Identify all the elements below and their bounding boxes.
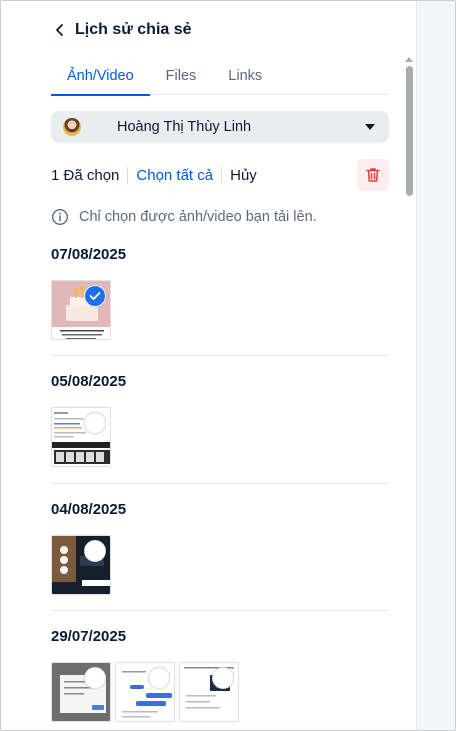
media-thumbnail[interactable] (179, 662, 239, 722)
date-group: 29/07/2025 (51, 628, 389, 722)
group-date: 07/08/2025 (51, 246, 127, 263)
date-group: 07/08/2025 (51, 246, 389, 340)
unselected-checkbox[interactable] (84, 412, 106, 434)
group-date: 29/07/2025 (51, 628, 127, 645)
unselected-checkbox[interactable] (148, 667, 170, 689)
select-all-button[interactable]: Chọn tất cả (128, 166, 223, 184)
divider (51, 610, 389, 611)
selected-count: 1 Đã chọn (51, 166, 129, 184)
date-group: 04/08/2025 (51, 501, 389, 595)
share-history-panel: Lịch sử chia sẻ Ảnh/Video Files Links Ho… (0, 0, 456, 731)
divider (51, 483, 389, 484)
media-thumbnail[interactable] (51, 535, 111, 595)
media-thumbnail[interactable] (51, 407, 111, 467)
page-title: Lịch sử chia sẻ (75, 21, 192, 38)
selected-checkbox[interactable] (84, 285, 106, 307)
tab-files[interactable]: Files (150, 57, 213, 95)
avatar (63, 118, 81, 136)
notice-text: Chỉ chọn được ảnh/video bạn tải lên. (79, 209, 317, 225)
cancel-button[interactable]: Hủy (222, 167, 257, 184)
tab-links[interactable]: Links (212, 57, 278, 95)
media-thumbnail[interactable] (51, 662, 111, 722)
tab-bar: Ảnh/Video Files Links (51, 57, 389, 96)
info-icon (51, 208, 69, 226)
group-date: 05/08/2025 (51, 373, 127, 390)
tab-photos-videos[interactable]: Ảnh/Video (51, 57, 150, 96)
side-strip (416, 1, 455, 730)
delete-button[interactable] (357, 159, 389, 191)
scrollbar-thumb[interactable] (406, 66, 413, 196)
member-name: Hoàng Thị Thùy Linh (117, 119, 252, 135)
check-icon (89, 292, 101, 300)
media-thumbnail[interactable] (51, 280, 111, 340)
divider (51, 355, 389, 356)
trash-icon (366, 168, 380, 182)
header: Lịch sử chia sẻ (51, 17, 192, 43)
group-date: 04/08/2025 (51, 501, 127, 518)
scroll-up-arrow[interactable] (405, 57, 413, 62)
date-group: 05/08/2025 (51, 373, 389, 467)
member-dropdown[interactable]: Hoàng Thị Thùy Linh (51, 111, 389, 143)
media-thumbnail[interactable] (115, 662, 175, 722)
back-button[interactable] (51, 21, 69, 39)
back-icon (56, 24, 63, 36)
unselected-checkbox[interactable] (212, 667, 234, 689)
notice: Chỉ chọn được ảnh/video bạn tải lên. (51, 207, 317, 227)
unselected-checkbox[interactable] (84, 540, 106, 562)
unselected-checkbox[interactable] (84, 667, 106, 689)
selection-toolbar: 1 Đã chọn Chọn tất cả Hủy (51, 159, 389, 191)
chevron-down-icon (365, 124, 375, 130)
